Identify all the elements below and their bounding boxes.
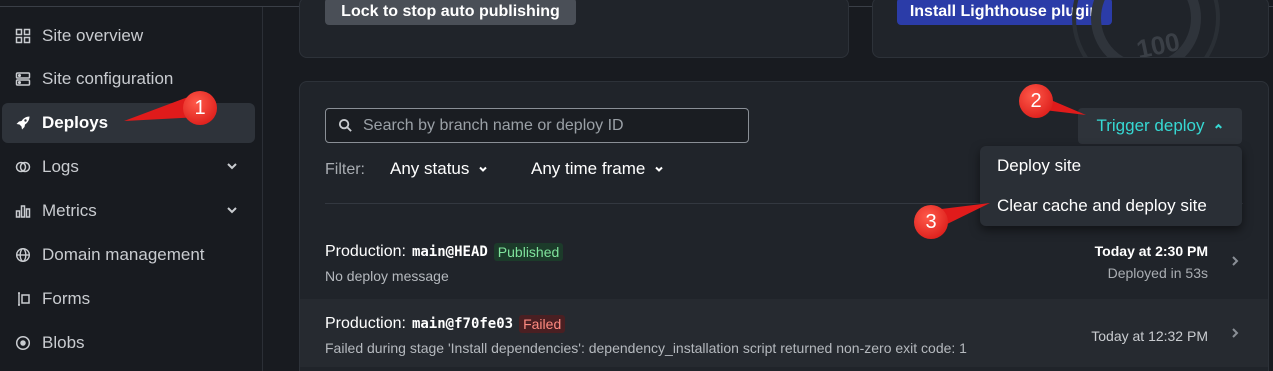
lighthouse-score-text: 100 bbox=[1134, 26, 1183, 58]
deploy-search-box[interactable] bbox=[325, 108, 749, 143]
callout-badge-1: 1 bbox=[183, 91, 217, 125]
deploy-ref: main@f70fe03 bbox=[411, 316, 514, 332]
deploy-row[interactable]: Production: main@f70fe03 Failed Failed d… bbox=[300, 299, 1268, 367]
status-filter-dropdown[interactable]: Any status bbox=[390, 159, 489, 179]
deploy-time: Today at 12:32 PM bbox=[1091, 328, 1208, 344]
status-filter-value: Any status bbox=[390, 159, 470, 178]
chevron-up-icon bbox=[1214, 123, 1222, 129]
chevron-down-icon bbox=[227, 163, 237, 170]
chevron-down-icon bbox=[227, 207, 237, 214]
sidebar-item-label: Metrics bbox=[42, 201, 97, 220]
deploy-context: Production: bbox=[325, 315, 406, 332]
deploy-time: Today at 2:30 PM bbox=[1094, 243, 1208, 259]
chart-icon bbox=[14, 202, 32, 220]
sidebar-item-label: Forms bbox=[42, 289, 91, 308]
sidebar-item-label: Site configuration bbox=[42, 69, 174, 88]
callout-badge-2: 2 bbox=[1019, 84, 1053, 118]
lighthouse-card: Install Lighthouse plugin 100 bbox=[872, 0, 1269, 58]
main-content: Lock to stop auto publishing Install Lig… bbox=[264, 0, 1273, 371]
server-icon bbox=[14, 70, 32, 88]
deploy-search-input[interactable] bbox=[363, 116, 743, 135]
search-icon bbox=[338, 118, 352, 132]
menu-item-deploy-site[interactable]: Deploy site bbox=[980, 148, 1242, 184]
time-filter-dropdown[interactable]: Any time frame bbox=[531, 159, 665, 179]
callout-badge-3: 3 bbox=[914, 205, 948, 239]
lighthouse-score-gauge: 100 bbox=[1072, 0, 1220, 58]
trigger-deploy-menu: Deploy site Clear cache and deploy site bbox=[980, 146, 1242, 226]
status-badge: Failed bbox=[519, 315, 566, 333]
chevron-down-icon bbox=[479, 166, 488, 172]
sidebar-item-deploys[interactable]: Deploys bbox=[2, 103, 255, 143]
globe-icon bbox=[14, 246, 32, 264]
grid-icon bbox=[14, 27, 32, 45]
sidebar-item-label: Domain management bbox=[42, 245, 205, 264]
blobs-icon bbox=[14, 334, 32, 352]
sidebar-item-domain-management[interactable]: Domain management bbox=[2, 235, 255, 275]
sidebar-item-forms[interactable]: Forms bbox=[2, 279, 255, 319]
forms-icon bbox=[14, 290, 32, 308]
deploy-row[interactable]: Production: main@HEAD Published No deplo… bbox=[300, 227, 1268, 295]
sidebar-item-blobs[interactable]: Blobs bbox=[2, 323, 255, 363]
sidebar-item-label: Logs bbox=[42, 157, 79, 176]
sidebar-item-site-overview[interactable]: Site overview bbox=[2, 16, 255, 56]
sidebar-item-metrics[interactable]: Metrics bbox=[2, 191, 255, 231]
deploy-duration: Deployed in 53s bbox=[1107, 265, 1208, 281]
trigger-deploy-button[interactable]: Trigger deploy bbox=[1078, 108, 1242, 144]
sidebar-item-logs[interactable]: Logs bbox=[2, 147, 255, 187]
sidebar-item-label: Site overview bbox=[42, 26, 144, 45]
chevron-right-icon bbox=[1232, 256, 1239, 266]
deploy-message: No deploy message bbox=[325, 268, 449, 284]
menu-item-clear-cache-deploy[interactable]: Clear cache and deploy site bbox=[980, 188, 1242, 224]
sidebar-item-label: Blobs bbox=[42, 333, 85, 352]
sidebar: Site overview Site configuration Deploys… bbox=[0, 7, 263, 371]
lock-auto-publishing-button[interactable]: Lock to stop auto publishing bbox=[325, 0, 576, 25]
logs-icon bbox=[14, 158, 32, 176]
trigger-deploy-label: Trigger deploy bbox=[1096, 116, 1205, 135]
sidebar-item-site-configuration[interactable]: Site configuration bbox=[2, 59, 255, 99]
chevron-right-icon bbox=[1232, 328, 1239, 338]
time-filter-value: Any time frame bbox=[531, 159, 646, 178]
deploy-context: Production: bbox=[325, 243, 406, 260]
filter-label: Filter: bbox=[325, 161, 365, 178]
deploy-ref: main@HEAD bbox=[411, 244, 488, 260]
deploy-message: Failed during stage 'Install dependencie… bbox=[325, 340, 967, 356]
rocket-icon bbox=[14, 114, 32, 132]
deploy-row-title: Production: main@HEAD Published bbox=[325, 243, 564, 261]
status-badge: Published bbox=[493, 243, 564, 261]
deploy-lock-card: Lock to stop auto publishing bbox=[299, 0, 849, 58]
deploys-panel: Filter: Any status Any time frame Trigge… bbox=[299, 81, 1269, 371]
sidebar-item-label: Deploys bbox=[42, 113, 109, 132]
chevron-down-icon bbox=[655, 166, 664, 172]
deploy-row-title: Production: main@f70fe03 Failed bbox=[325, 315, 566, 333]
